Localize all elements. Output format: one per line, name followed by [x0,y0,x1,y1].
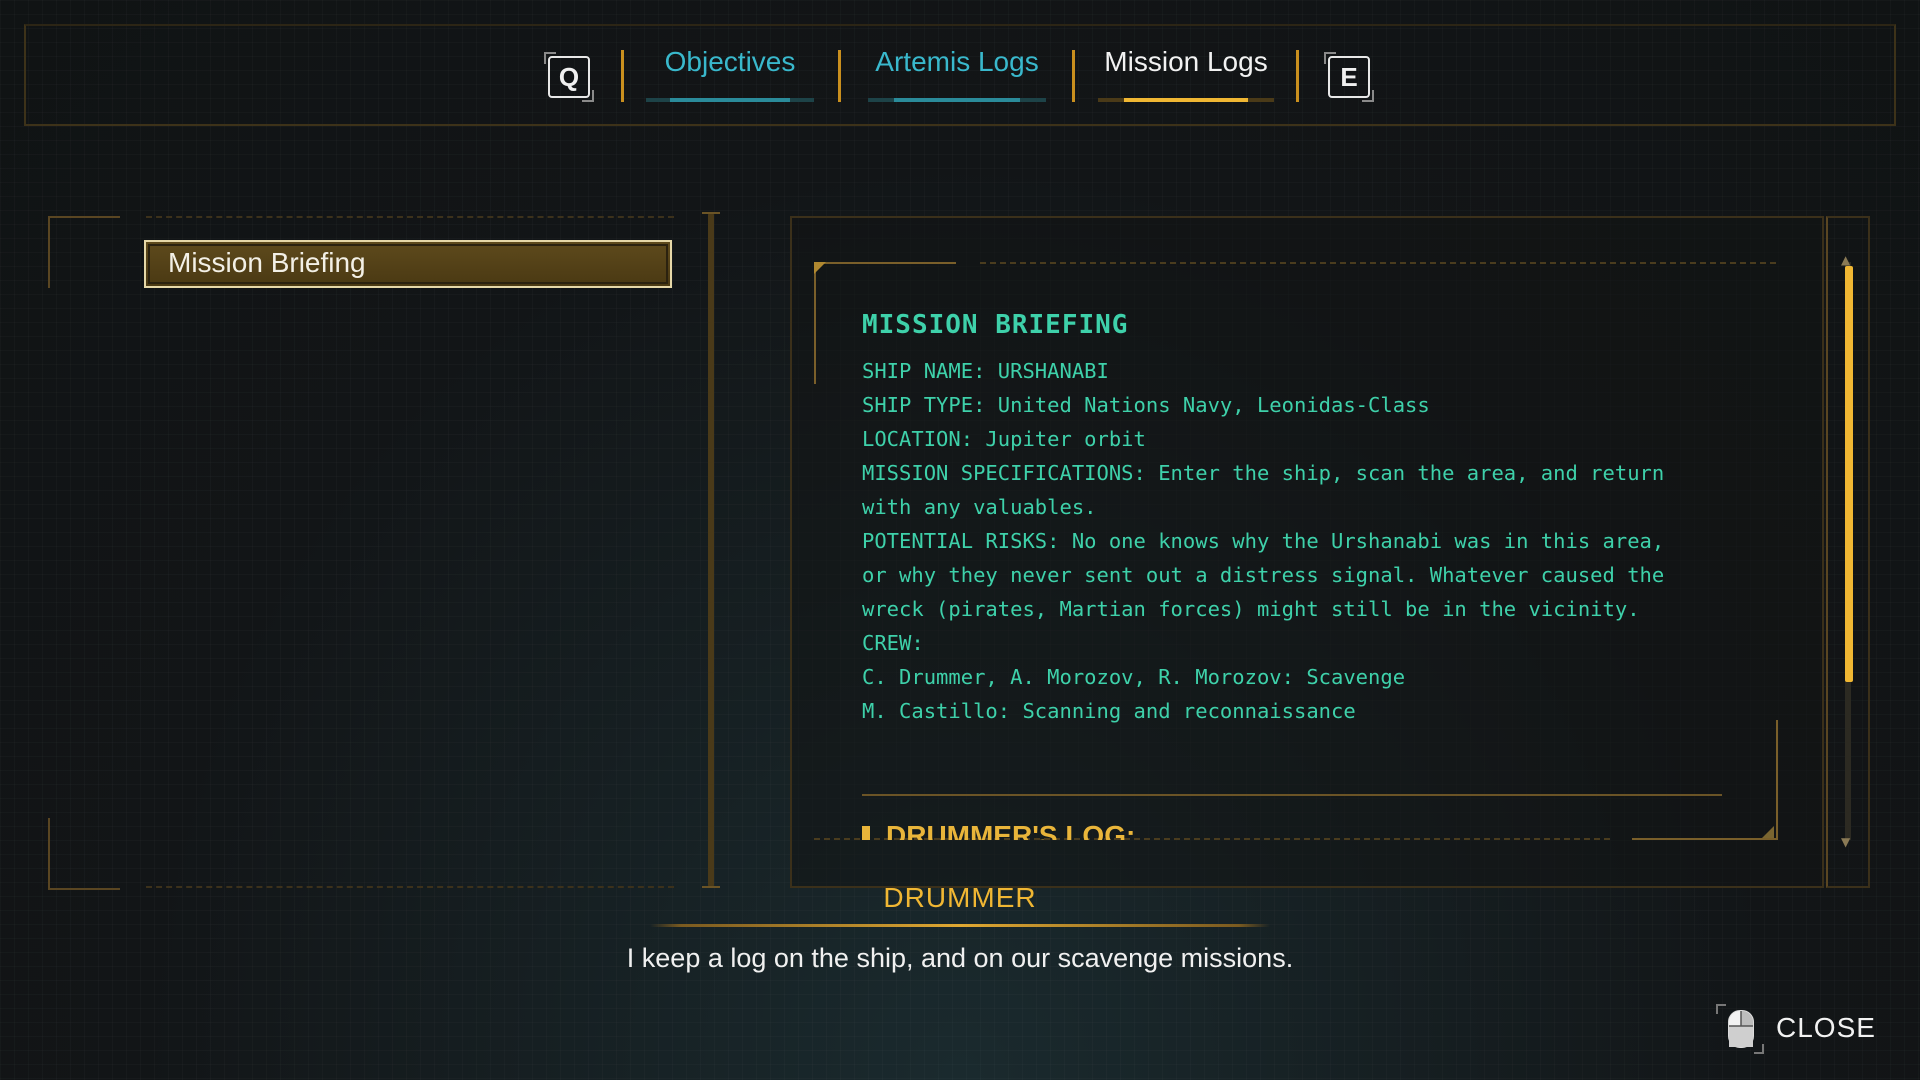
detail-line: LOCATION: Jupiter orbit [862,427,1146,451]
detail-title: MISSION BRIEFING [862,310,1129,340]
detail-frame-notch [1762,826,1774,838]
mouse-icon [1728,1010,1754,1048]
detail-line: CREW: [862,631,924,655]
detail-line: M. Castillo: Scanning and reconnaissance [862,699,1356,723]
tab-mission-logs[interactable]: Mission Logs [1098,44,1274,104]
close-button[interactable]: CLOSE [1716,1004,1896,1054]
detail-frame-notch [814,262,826,274]
tab-divider [621,50,624,102]
subtitle-divider [650,924,1270,927]
detail-content: MISSION BRIEFING SHIP NAME: URSHANABI SH… [862,310,1722,728]
scroll-down-icon[interactable]: ▼ [1841,836,1850,848]
list-item-mission-briefing[interactable]: Mission Briefing [144,240,672,288]
list-frame-corner [48,216,120,288]
subtitle-text: I keep a log on the ship, and on our sca… [626,943,1294,973]
tab-artemis-logs[interactable]: Artemis Logs [868,44,1046,104]
list-frame-dash [146,886,674,888]
subtitle-speaker: DRUMMER [883,882,1037,913]
tab-objectives[interactable]: Objectives [646,44,814,104]
list-scrollbar[interactable] [702,212,720,888]
detail-scroll-thumb[interactable] [1845,266,1853,682]
list-frame-dash [146,216,674,218]
detail-divider [862,794,1722,796]
tab-divider [838,50,841,102]
detail-frame-dash [980,262,1776,264]
detail-line: MISSION SPECIFICATIONS: Enter the ship, … [862,461,1665,485]
prev-tab-key[interactable]: Q [544,52,594,102]
detail-frame-corner [1632,720,1778,840]
detail-line: wreck (pirates, Martian forces) might st… [862,597,1640,621]
tab-artemis-logs-label: Artemis Logs [875,46,1039,77]
detail-line: POTENTIAL RISKS: No one knows why the Ur… [862,529,1665,553]
detail-line: SHIP NAME: URSHANABI [862,359,1109,383]
tab-divider [1296,50,1299,102]
detail-line: C. Drummer, A. Morozov, R. Morozov: Scav… [862,665,1406,689]
tab-divider [1072,50,1075,102]
tab-objectives-label: Objectives [664,46,796,77]
detail-line: or why they never sent out a distress si… [862,563,1665,587]
detail-line: SHIP TYPE: United Nations Navy, Leonidas… [862,393,1430,417]
next-tab-key[interactable]: E [1324,52,1374,102]
tab-mission-logs-label: Mission Logs [1104,46,1268,77]
scroll-up-icon[interactable]: ▲ [1841,254,1850,266]
list-frame-corner [48,818,120,890]
mission-logs-screen: Q Objectives Artemis Logs Mission Logs E… [0,0,1920,1080]
close-label: CLOSE [1776,1012,1876,1043]
detail-line: with any valuables. [862,495,1097,519]
next-log-heading: DRUMMER'S LOG: [862,818,1586,840]
